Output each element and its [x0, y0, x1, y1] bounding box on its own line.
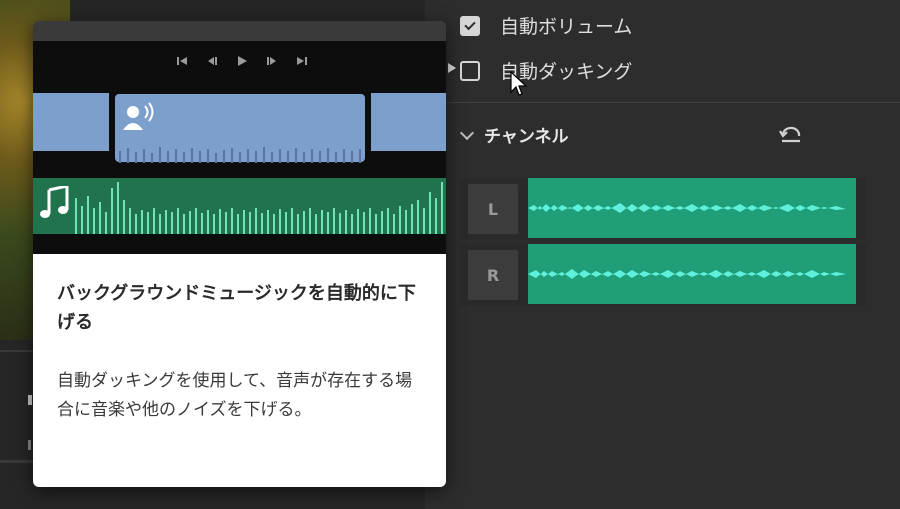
panel-divider — [425, 102, 900, 103]
voice-clip-left — [33, 93, 109, 151]
timeline-marker — [28, 395, 32, 405]
tooltip-description: 自動ダッキングを使用して、音声が存在する場合に音楽や他のノイズを下げる。 — [57, 371, 413, 420]
auto-ducking-tooltip: バックグラウンドミュージックを自動的に下げる 自動ダッキングを使用して、音声が存… — [33, 21, 446, 487]
voice-waveform — [119, 147, 361, 163]
transport-controls — [175, 54, 309, 68]
auto-volume-option[interactable]: 自動ボリューム — [460, 12, 632, 39]
step-forward-icon — [267, 57, 276, 65]
channel-waveform-left — [528, 178, 856, 238]
music-track — [33, 178, 446, 234]
music-note-icon — [40, 186, 69, 218]
channel-label-left[interactable]: L — [468, 184, 518, 234]
skip-end-icon — [297, 57, 307, 65]
step-back-icon — [208, 57, 217, 65]
chevron-down-icon[interactable] — [459, 125, 475, 140]
cursor-arrow-icon — [510, 71, 528, 96]
channel-section-title: チャンネル — [484, 127, 569, 147]
channel-waveform-right — [528, 244, 856, 304]
auto-ducking-option[interactable]: 自動ダッキング — [460, 57, 632, 84]
timeline-marker — [28, 440, 31, 450]
checkbox-checked-icon[interactable] — [460, 15, 480, 36]
skip-start-icon — [177, 57, 187, 65]
auto-volume-label: 自動ボリューム — [500, 16, 633, 38]
play-icon — [238, 56, 247, 66]
channel-label-right[interactable]: R — [468, 250, 518, 300]
preview-top-bar — [33, 21, 446, 41]
hover-indicator-icon — [448, 63, 456, 73]
tooltip-preview-animation — [33, 21, 446, 254]
voice-clip-right — [371, 93, 446, 151]
speaker-person-icon — [123, 102, 154, 130]
checkbox-unchecked-icon[interactable] — [460, 60, 480, 81]
tooltip-title: バックグラウンドミュージックを自動的に下げる — [57, 283, 416, 333]
reset-icon[interactable] — [778, 124, 804, 146]
channel-section-header[interactable]: チャンネル — [456, 122, 569, 147]
music-waveform — [75, 182, 443, 234]
